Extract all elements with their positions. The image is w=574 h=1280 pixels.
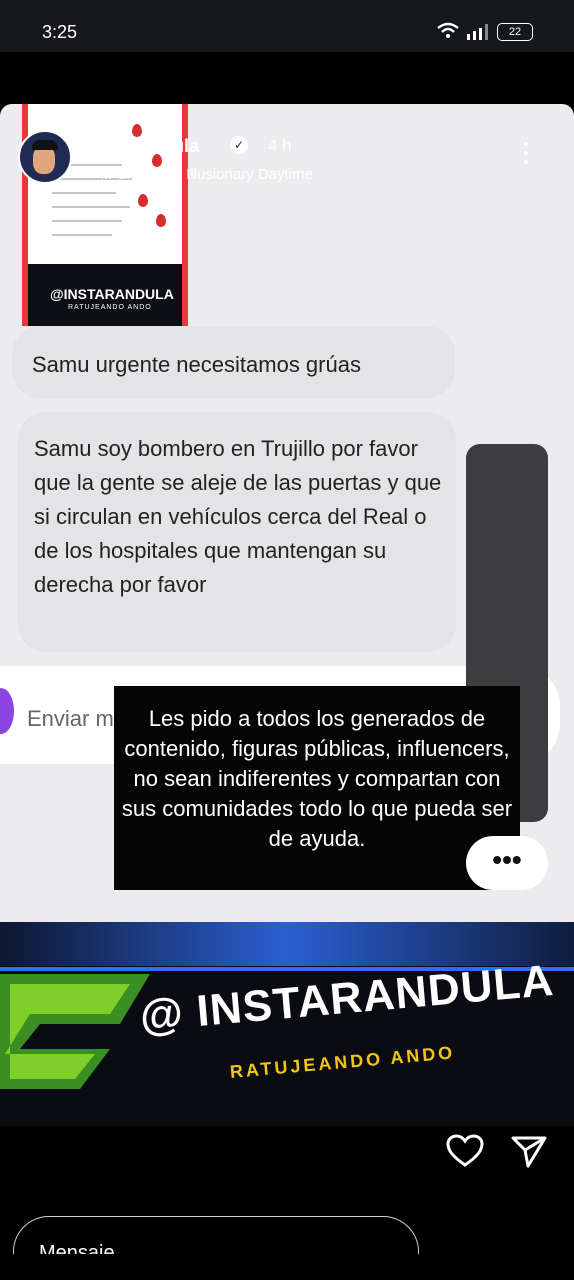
footer-area: Mensaje	[0, 1126, 574, 1254]
battery-icon: 22	[497, 23, 533, 41]
profile-dot	[0, 688, 14, 734]
story-view[interactable]: @INSTARANDULA RATUJEANDO ANDO instarandu…	[0, 104, 574, 1254]
avatar[interactable]	[18, 130, 72, 184]
message-text: Samu soy bombero en Trujillo por favor q…	[34, 436, 442, 597]
blood-drop-icon	[138, 194, 148, 207]
message-bubble: Samu soy bombero en Trujillo por favor q…	[18, 412, 456, 652]
message-text: Samu urgente necesitamos grúas	[32, 352, 361, 377]
wifi-icon	[437, 22, 459, 38]
more-icon[interactable]	[524, 142, 532, 169]
clock: 3:25	[42, 22, 78, 42]
message-placeholder: Mensaje	[39, 1242, 115, 1254]
more-options-button[interactable]: •••	[466, 836, 548, 890]
status-bar: 3:25 22	[0, 0, 574, 52]
blood-drop-icon	[156, 214, 166, 227]
message-bubble: Samu urgente necesitamos grúas	[12, 326, 455, 398]
poster-tagline: RATUJEANDO ANDO	[68, 304, 152, 311]
music-icon: ıIı	[100, 166, 117, 183]
message-input[interactable]: Mensaje	[13, 1216, 419, 1254]
heart-icon[interactable]	[446, 1134, 484, 1168]
signal-icon	[467, 24, 488, 40]
poster-banner: @INSTARANDULA RATUJEANDO ANDO	[28, 264, 182, 326]
story-age: 4 h	[268, 136, 292, 155]
send-icon[interactable]	[511, 1134, 547, 1168]
story-username[interactable]: instarandula	[92, 136, 199, 157]
navigation-bar	[0, 1254, 574, 1280]
super-s-logo	[0, 974, 150, 1089]
story-caption: Les pido a todos los generados de conten…	[114, 686, 520, 890]
dm-reply-input[interactable]: Enviar m	[27, 706, 114, 732]
brand-tagline: RATUJEANDO ANDO	[229, 1042, 456, 1082]
music-track[interactable]: ıIı Shurfine • Illusionary Daytime	[100, 166, 313, 183]
music-label: Shurfine • Illusionary Daytime	[116, 166, 313, 183]
poster-brand: @INSTARANDULA	[50, 286, 174, 302]
caption-text: Les pido a todos los generados de conten…	[121, 706, 513, 851]
brand-banner: @ INSTARANDULA RATUJEANDO ANDO	[0, 922, 574, 1127]
verified-icon: ✓	[230, 136, 248, 154]
